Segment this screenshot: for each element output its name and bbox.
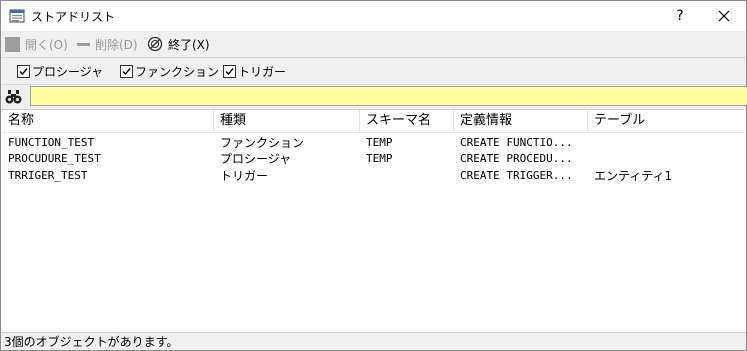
filter-bar: プロシージャ ファンクション トリガー [1, 58, 746, 85]
cell-definition: CREATE PROCEDU... [460, 152, 573, 165]
exit-icon [147, 36, 163, 52]
checkbox-checked-icon [17, 65, 30, 78]
open-button[interactable]: 開く(O) [5, 35, 68, 53]
filter-trigger-label: トリガー [238, 65, 287, 79]
open-icon [5, 36, 20, 52]
column-header-type[interactable]: 種類 [214, 110, 360, 132]
filter-function-checkbox[interactable]: ファンクション [120, 63, 219, 80]
cell-definition: CREATE TRIGGER... [460, 169, 573, 182]
window-list-icon [9, 9, 25, 23]
filter-procedure-checkbox[interactable]: プロシージャ [17, 63, 103, 80]
filter-function-label: ファンクション [135, 65, 220, 79]
cell-type: ファンクション [220, 136, 305, 150]
cell-type: トリガー [220, 169, 269, 183]
search-bar [1, 85, 747, 109]
column-header-name[interactable]: 名称 [2, 110, 214, 132]
open-label: 開く(O) [25, 37, 68, 52]
column-header-definition[interactable]: 定義情報 [454, 110, 588, 132]
checkbox-checked-icon [120, 65, 133, 78]
cell-schema: TEMP [366, 152, 393, 165]
window-title: ストアドリスト [31, 10, 116, 24]
close-button[interactable] [705, 1, 743, 31]
cell-name: TRRIGER_TEST [8, 169, 88, 182]
search-input[interactable] [30, 86, 747, 106]
exit-label: 終了(X) [168, 37, 210, 52]
toolbar: 開く(O) 削除(D) 終了(X) [1, 31, 746, 58]
column-header-schema[interactable]: スキーマ名 [360, 110, 454, 132]
cell-name: PROCUDURE_TEST [8, 152, 101, 165]
title-bar[interactable]: ストアドリスト ? [1, 1, 746, 31]
cell-definition: CREATE FUNCTIO... [460, 136, 573, 149]
binoculars-icon [5, 90, 22, 104]
delete-button[interactable]: 削除(D) [77, 35, 138, 53]
filter-trigger-checkbox[interactable]: トリガー [223, 63, 286, 80]
close-icon [718, 10, 730, 22]
status-bar: 3個のオブジェクトがあります。 [1, 332, 746, 350]
column-header-table[interactable]: テーブル [588, 110, 744, 132]
filter-procedure-label: プロシージャ [32, 65, 104, 79]
exit-button[interactable]: 終了(X) [147, 35, 210, 53]
cell-table: エンティティ1 [594, 169, 673, 183]
status-text: 3個のオブジェクトがあります。 [4, 335, 179, 349]
object-list[interactable]: 名称 種類 スキーマ名 定義情報 テーブル FUNCTION_TEST ファンク… [2, 109, 744, 333]
stored-list-window: ストアドリスト ? 開く(O) 削除(D) 終了(X) プロシージャ ファンクシ… [0, 0, 747, 351]
table-row[interactable]: PROCUDURE_TEST プロシージャ TEMP CREATE PROCED… [2, 151, 744, 167]
help-button[interactable]: ? [663, 1, 697, 31]
minus-icon [77, 42, 90, 46]
table-row[interactable]: FUNCTION_TEST ファンクション TEMP CREATE FUNCTI… [2, 135, 744, 151]
delete-label: 削除(D) [95, 37, 138, 52]
help-label: ? [676, 8, 684, 24]
cell-name: FUNCTION_TEST [8, 136, 95, 149]
checkbox-checked-icon [223, 65, 236, 78]
cell-schema: TEMP [366, 136, 393, 149]
table-row[interactable]: TRRIGER_TEST トリガー CREATE TRIGGER... エンティ… [2, 168, 744, 184]
cell-type: プロシージャ [220, 152, 292, 166]
list-header: 名称 種類 スキーマ名 定義情報 テーブル [2, 110, 744, 133]
